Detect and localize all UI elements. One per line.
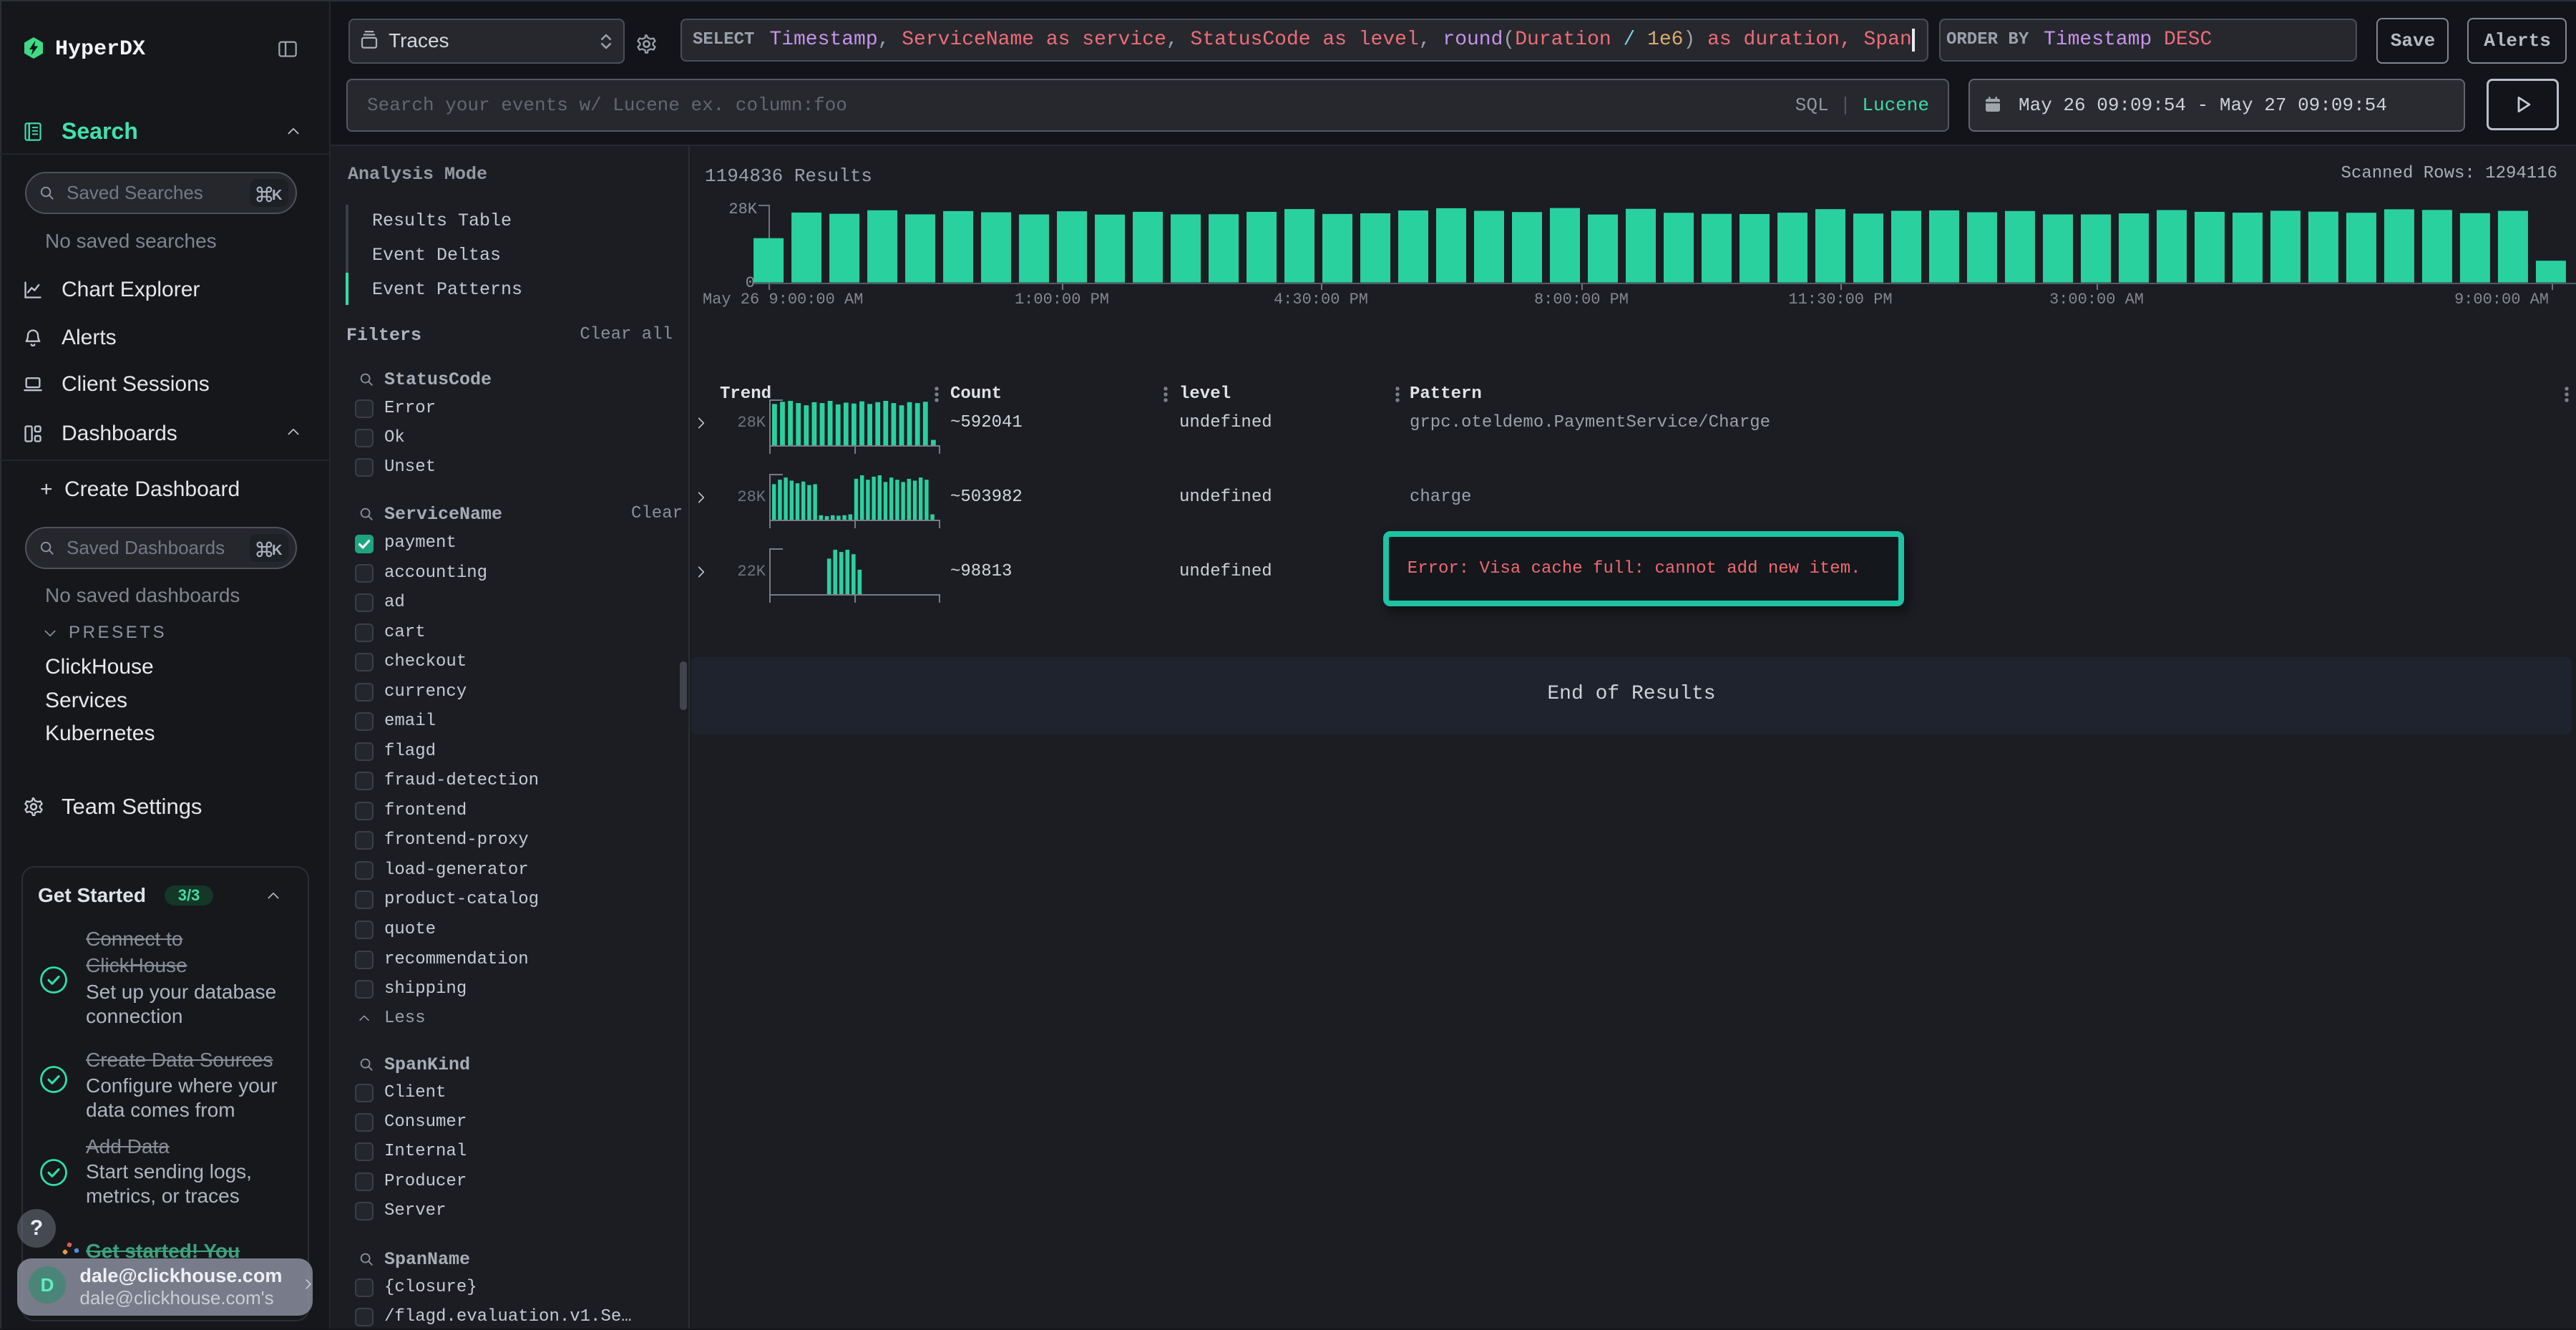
svg-text:K: K [272, 188, 283, 203]
svg-text:K: K [272, 543, 283, 558]
